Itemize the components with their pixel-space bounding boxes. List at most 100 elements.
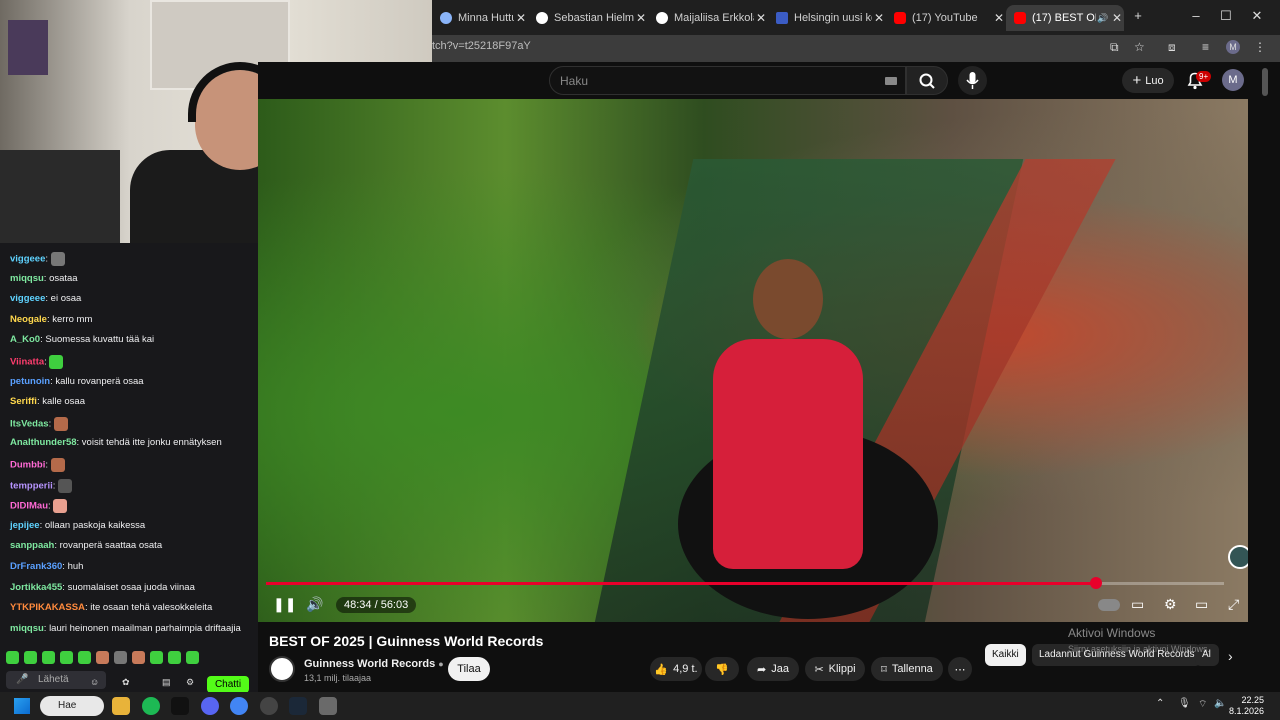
channel-avatar[interactable] [269,656,295,682]
volume-icon[interactable]: 🔊 [306,596,323,613]
chat-username[interactable]: viggeee [10,293,45,304]
close-tab-icon[interactable]: ✕ [1110,11,1124,25]
close-tab-icon[interactable]: ✕ [872,11,886,25]
tab-sebastian-hielm[interactable]: Sebastian Hielm - G✕ [528,5,648,31]
speaker-icon[interactable]: 🔊 [1096,13,1110,24]
settings-gear-icon[interactable]: ⚙ [1164,596,1177,613]
tab-youtube[interactable]: (17) YouTube ✕ [886,5,1006,31]
wifi-icon[interactable]: ⌔ [1198,698,1207,711]
emote-icon[interactable] [42,651,55,664]
profile-avatar[interactable]: M [1226,40,1240,54]
clip-button[interactable]: ✂ Klippi [805,657,865,681]
tray-mic-icon[interactable]: 🎙 [1178,698,1191,709]
subtitles-icon[interactable]: ▭ [1131,596,1144,613]
chat-username[interactable]: miqqsu [10,273,44,284]
discord-icon[interactable] [201,697,219,715]
maximize-icon[interactable]: ☐ [1216,8,1236,24]
close-tab-icon[interactable]: ✕ [754,11,768,25]
chip-all[interactable]: Kaikki [985,644,1026,666]
more-actions-button[interactable]: ⋯ [948,657,972,681]
system-clock[interactable]: 22.25 8.1.2026 [1229,695,1264,717]
chat-username[interactable]: tempperii [10,480,53,491]
minimize-icon[interactable]: – [1186,8,1206,23]
emote-icon[interactable] [168,651,181,664]
tab-helsingin-uusi[interactable]: Helsingin uusi kokei✕ [768,5,886,31]
tab-minna-huttunen[interactable]: Minna Huttunen - G✕ [432,5,528,31]
chat-username[interactable]: Neogale [10,314,47,325]
chat-settings-icon[interactable]: ⚙ [186,677,194,688]
dislike-button[interactable]: 👎 [705,657,739,681]
chat-username[interactable]: Dumbbi [10,460,45,471]
emote-icon[interactable] [186,651,199,664]
chat-send-button[interactable]: Chatti [207,676,249,693]
share-button[interactable]: ➦ Jaa [747,657,799,681]
emote-icon[interactable] [24,651,37,664]
create-button[interactable]: + Luo [1122,68,1174,93]
tray-chevron-icon[interactable]: ⌃ [1156,698,1164,709]
theater-mode-icon[interactable]: ▭ [1195,596,1208,613]
mic-icon[interactable]: 🎤 [16,674,28,685]
page-scrollbar[interactable] [1262,68,1268,96]
extensions-icon[interactable]: ⧈ [1168,40,1176,55]
browser-menu-icon[interactable]: ⋮ [1254,40,1266,54]
chat-username[interactable]: viggeee [10,254,45,265]
emote-picker-icon[interactable]: ☺ [90,677,99,687]
chat-username[interactable]: jepijee [10,520,40,531]
autoplay-toggle[interactable] [1098,599,1120,611]
voice-search-button[interactable] [958,66,987,95]
windows-start-icon[interactable] [14,698,30,714]
chevron-right-icon[interactable]: › [1228,648,1233,664]
chat-username[interactable]: miqqsu [10,623,44,634]
steam-icon[interactable] [289,697,307,715]
chat-username[interactable]: A_Ko0 [10,334,40,345]
speaker-tray-icon[interactable]: 🔈 [1214,698,1226,709]
emote-icon[interactable] [96,651,109,664]
chat-username[interactable]: sanppaah [10,540,54,551]
emote-icon[interactable] [114,651,127,664]
obs-icon[interactable] [260,697,278,715]
emote-icon[interactable] [78,651,91,664]
tab-maijaliisa-erkkola[interactable]: Maijaliisa Erkkola - G✕ [648,5,768,31]
gift-icon[interactable]: ▤ [162,677,171,688]
taskbar-search[interactable]: Hae [40,696,104,716]
chat-username[interactable]: ItsVedas [10,418,49,429]
emote-icon[interactable] [132,651,145,664]
emote-icon[interactable] [150,651,163,664]
media-control-icon[interactable]: ≡ [1202,40,1209,54]
chat-username[interactable]: Analthunder58 [10,437,77,448]
new-tab-button[interactable]: + [1128,8,1148,23]
close-tab-icon[interactable]: ✕ [992,11,1006,25]
subscribe-button[interactable]: Tilaa [448,657,490,681]
pause-icon[interactable]: ❚❚ [273,596,296,613]
chat-username[interactable]: YTKPIKAKASSA [10,602,85,613]
video-player[interactable] [258,99,1248,622]
install-app-icon[interactable]: ⧉ [1110,40,1119,55]
emote-icon[interactable] [60,651,73,664]
chat-username[interactable]: DIDIMau [10,501,48,512]
search-input[interactable]: Haku [549,66,906,95]
bookmark-star-icon[interactable]: ☆ [1134,40,1145,54]
file-explorer-icon[interactable] [112,697,130,715]
calculator-icon[interactable] [319,697,337,715]
chat-username[interactable]: Viinatta [10,357,44,368]
chat-username[interactable]: Jortikka455 [10,582,62,593]
close-tab-icon[interactable]: ✕ [634,11,648,25]
keyboard-icon[interactable] [885,77,897,85]
close-window-icon[interactable]: ✕ [1247,8,1267,24]
close-tab-icon[interactable]: ✕ [514,11,528,25]
url-text[interactable]: tch?v=t25218F97aY [432,40,531,52]
progress-scrubber[interactable] [1089,577,1102,589]
save-button[interactable]: ⌑ Tallenna [871,657,943,681]
fullscreen-icon[interactable]: ⤢ [1228,596,1239,613]
search-button[interactable] [906,66,948,95]
points-icon[interactable]: ✿ [122,677,130,688]
chat-username[interactable]: petunoin [10,376,50,387]
channel-name[interactable]: Guinness World Records ● [304,658,444,670]
address-bar[interactable]: tch?v=t25218F97aY ⧉ ☆ ⧈ ≡ M ⋮ [432,35,1280,62]
progress-bar[interactable] [266,577,1224,589]
emote-icon[interactable] [6,651,19,664]
tab-best-of-2025[interactable]: (17) BEST OF 20🔊✕ [1006,5,1124,31]
chrome-icon[interactable] [230,697,248,715]
chat-username[interactable]: Seriffi [10,396,37,407]
account-avatar[interactable]: M [1222,69,1244,91]
